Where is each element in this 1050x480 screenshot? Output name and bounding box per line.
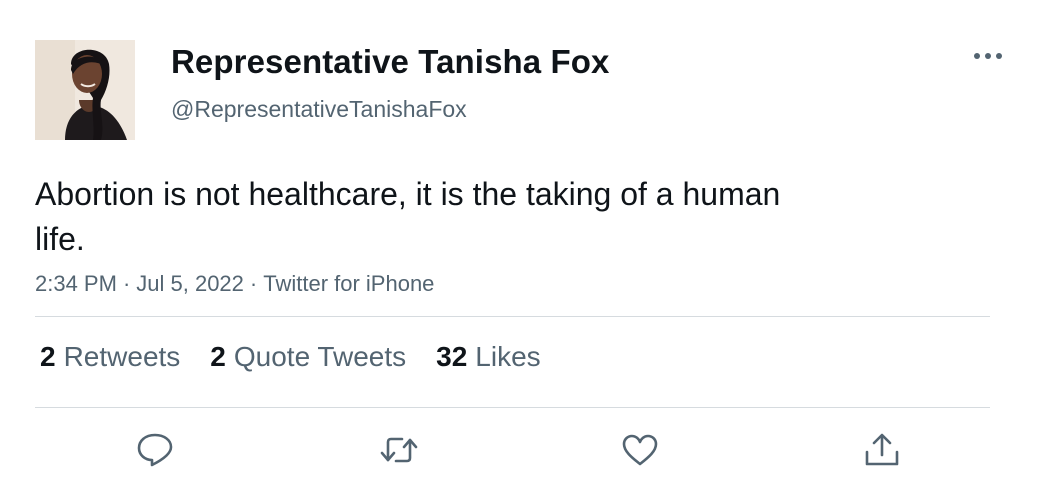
avatar[interactable] xyxy=(35,40,135,140)
meta-separator: · xyxy=(122,271,131,296)
share-icon xyxy=(865,433,899,466)
tweet-source[interactable]: Twitter for iPhone xyxy=(263,271,434,296)
likes-label: Likes xyxy=(475,341,541,372)
more-dots-icon xyxy=(974,53,1002,59)
retweets-label: Retweets xyxy=(63,341,181,372)
retweets-stat[interactable]: 2 Retweets xyxy=(40,341,180,373)
tweet-metadata: 2:34 PM · Jul 5, 2022 · Twitter for iPhone xyxy=(35,271,434,297)
tweet-date[interactable]: Jul 5, 2022 xyxy=(136,271,244,296)
retweets-count: 2 xyxy=(40,341,56,372)
author-display-name[interactable]: Representative Tanisha Fox xyxy=(171,43,609,81)
quote-tweets-label: Quote Tweets xyxy=(233,341,407,372)
retweet-icon xyxy=(380,437,418,463)
share-button[interactable] xyxy=(860,428,904,472)
reply-button[interactable] xyxy=(133,428,177,472)
author-handle[interactable]: @RepresentativeTanishaFox xyxy=(171,96,467,123)
tweet-time[interactable]: 2:34 PM xyxy=(35,271,117,296)
reply-icon xyxy=(137,433,173,467)
divider xyxy=(35,407,990,408)
quote-tweets-stat[interactable]: 2 Quote Tweets xyxy=(210,341,406,373)
quote-tweets-count: 2 xyxy=(210,341,226,372)
retweet-button[interactable] xyxy=(377,428,421,472)
engagement-stats: 2 Retweets 2 Quote Tweets 32 Likes xyxy=(40,341,541,373)
like-icon xyxy=(622,434,658,466)
meta-separator: · xyxy=(249,271,258,296)
likes-stat[interactable]: 32 Likes xyxy=(436,341,541,373)
divider xyxy=(35,316,990,317)
like-button[interactable] xyxy=(618,428,662,472)
tweet-text: Abortion is not healthcare, it is the ta… xyxy=(35,176,781,257)
profile-photo-icon xyxy=(35,40,135,140)
tweet-card: Representative Tanisha Fox @Representati… xyxy=(0,0,1050,480)
likes-count: 32 xyxy=(436,341,468,372)
more-options-button[interactable] xyxy=(968,42,1008,70)
